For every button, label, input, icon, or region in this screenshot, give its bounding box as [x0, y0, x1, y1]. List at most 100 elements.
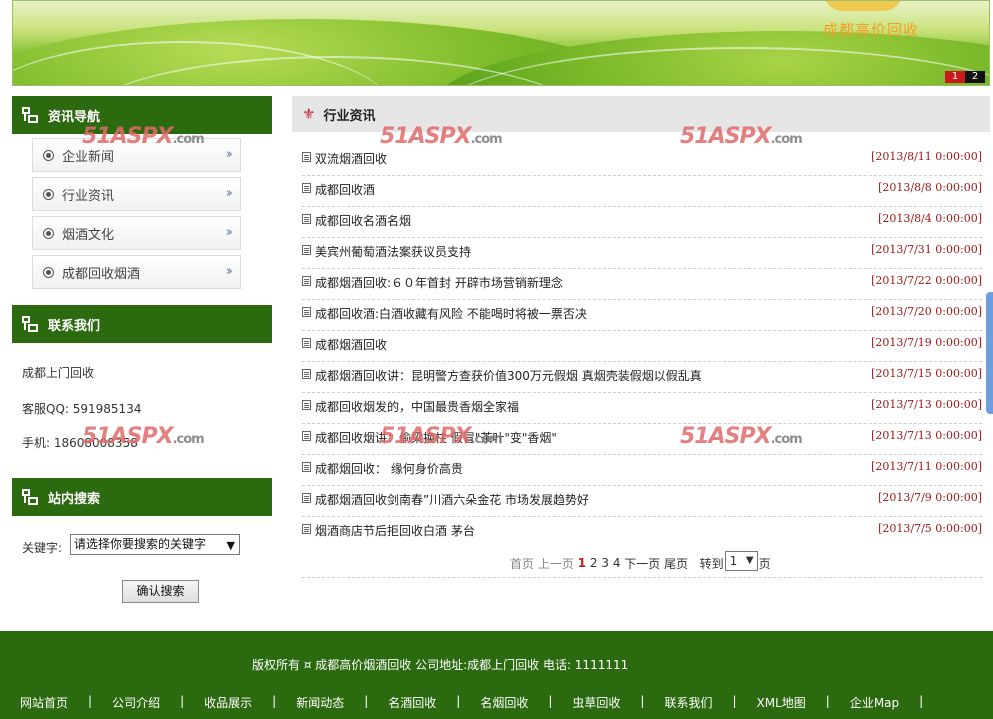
watermark-suffix: .com [470, 132, 503, 147]
sidebar-item-industry-news[interactable]: 行业资讯 ›› [32, 177, 241, 211]
pager-page-2[interactable]: 2 [590, 556, 598, 570]
search-section-header: 站内搜索 [12, 478, 272, 516]
news-list-item[interactable]: 成都回收酒:白酒收藏有风险 不能喝时将被一票否决 [2013/7/20 0:00… [302, 300, 982, 331]
news-title[interactable]: 双流烟酒回收 [315, 150, 387, 167]
document-icon [302, 152, 311, 162]
news-list-item[interactable]: 双流烟酒回收 [2013/8/11 0:00:00] [302, 145, 982, 176]
footer-separator: | [825, 694, 830, 708]
nav-section-title: 资讯导航 [48, 109, 101, 125]
double-chevron-right-icon: ›› [225, 147, 234, 162]
footer-link-cordyceps[interactable]: 虫草回收 [572, 694, 620, 711]
pager-prev[interactable]: 上一页 [538, 555, 574, 572]
search-submit-button[interactable]: 确认搜索 [122, 580, 199, 603]
pagination: 首页 上一页 1 2 3 4 下一页 尾页 转到 1 ▼ 页 [302, 548, 982, 578]
footer-link-contact[interactable]: 联系我们 [664, 694, 712, 711]
news-title[interactable]: 成都烟酒回收 [315, 336, 387, 353]
watermark-suffix: .com [470, 432, 503, 447]
contact-section-title: 联系我们 [48, 318, 101, 334]
footer-copyright: 版权所有 ¤ 成都高价烟酒回收 公司地址:成都上门回收 电话: 1111111 [252, 658, 629, 672]
news-date: [2013/7/15 0:00:00] [871, 367, 982, 380]
sidebar-item-recycling[interactable]: 成都回收烟酒 ›› [32, 255, 241, 289]
page-title: 行业资讯 [323, 108, 376, 124]
footer-link-about[interactable]: 公司介绍 [112, 694, 160, 711]
sitemap-icon [22, 316, 38, 332]
footer-link-enterprise-map[interactable]: 企业Map [850, 694, 899, 711]
bullet-icon [43, 266, 54, 278]
footer-links: 网站首页 | 公司介绍 | 收品展示 | 新闻动态 | 名酒回收 | 名烟回收 | 虫草回收… [20, 694, 943, 711]
watermark-brand: 51ASPX [680, 124, 772, 149]
keyword-select[interactable]: 请选择你要搜索的关键字 ▼ [70, 534, 240, 555]
watermark: 51ASPX.com [380, 424, 503, 449]
document-icon [302, 462, 311, 472]
pager-goto-label: 转到 [699, 556, 724, 571]
header-banner: 成都高价回收 1 2 [12, 0, 990, 86]
footer-separator: | [456, 694, 461, 708]
news-title[interactable]: 成都回收烟发的，中国最贵香烟全家福 [315, 398, 519, 415]
footer-link-products[interactable]: 收品展示 [204, 694, 252, 711]
pager-page-3[interactable]: 3 [601, 556, 609, 570]
pager-last[interactable]: 尾页 [664, 555, 688, 572]
news-date: [2013/7/11 0:00:00] [871, 460, 982, 473]
news-list-item[interactable]: 成都烟回收： 缘何身价高贵 [2013/7/11 0:00:00] [302, 455, 982, 486]
footer-separator: | [732, 694, 737, 708]
watermark: 51ASPX.com [680, 424, 803, 449]
watermark: 51ASPX.com [82, 424, 205, 449]
banner-page-1[interactable]: 1 [945, 71, 965, 83]
watermark: 51ASPX.com [680, 124, 803, 149]
news-list-item[interactable]: 成都烟酒回收:６０年首封 开辟市场营销新理念 [2013/7/22 0:00:0… [302, 269, 982, 300]
search-section-title: 站内搜索 [48, 491, 101, 507]
page-jump-select[interactable]: 1 ▼ [724, 551, 758, 571]
news-list-item[interactable]: 成都回收酒 [2013/8/8 0:00:00] [302, 176, 982, 207]
sidebar-item-culture[interactable]: 烟酒文化 ›› [32, 216, 241, 250]
footer-link-liquor[interactable]: 名酒回收 [388, 694, 436, 711]
news-date: [2013/8/4 0:00:00] [878, 212, 982, 225]
news-title[interactable]: 美宾州葡萄酒法案获议员支持 [315, 243, 471, 260]
sitemap-icon [22, 489, 38, 505]
news-title[interactable]: 成都回收酒 [315, 181, 375, 198]
news-date: [2013/7/31 0:00:00] [871, 243, 982, 256]
news-list-item[interactable]: 成都烟酒回收讲：昆明警方查获价值300万元假烟 真烟壳装假烟以假乱真 [2013… [302, 362, 982, 393]
contact-qq: 客服QQ: 591985134 [22, 402, 142, 416]
sitemap-icon [22, 107, 38, 123]
footer-link-tobacco[interactable]: 名烟回收 [480, 694, 528, 711]
bullet-icon [43, 227, 54, 239]
footer-separator: | [88, 694, 93, 708]
watermark-suffix: .com [172, 132, 205, 147]
sidebar-item-label: 成都回收烟酒 [62, 266, 141, 282]
news-title[interactable]: 成都回收名酒名烟 [315, 212, 411, 229]
news-title[interactable]: 成都烟酒回收剑南春”川酒六朵金花 市场发展趋势好 [315, 491, 589, 508]
floating-side-tab[interactable] [986, 292, 993, 414]
keyword-label: 关键字: [22, 541, 63, 555]
document-icon [302, 183, 311, 193]
news-title[interactable]: 成都回收酒:白酒收藏有风险 不能喝时将被一票否决 [315, 305, 587, 322]
banner-brand: 成都高价回收 [823, 21, 920, 39]
news-title[interactable]: 烟酒商店节后拒回收白酒 茅台 [315, 522, 475, 539]
news-title[interactable]: 成都烟回收： 缘何身价高贵 [315, 460, 463, 477]
news-list-item[interactable]: 成都烟酒回收 [2013/7/19 0:00:00] [302, 331, 982, 362]
watermark-brand: 51ASPX [380, 124, 472, 149]
document-icon [302, 338, 311, 348]
watermark-suffix: .com [172, 432, 205, 447]
footer-link-home[interactable]: 网站首页 [20, 694, 68, 711]
news-list-item[interactable]: 成都回收烟发的，中国最贵香烟全家福 [2013/7/13 0:00:00] [302, 393, 982, 424]
banner-page-2[interactable]: 2 [965, 71, 985, 83]
watermark-suffix: .com [770, 432, 803, 447]
watermark: 51ASPX.com [82, 124, 205, 149]
pager-first[interactable]: 首页 [510, 555, 534, 572]
footer-separator: | [364, 694, 369, 708]
footer-separator: | [548, 694, 553, 708]
news-date: [2013/7/9 0:00:00] [878, 491, 982, 504]
news-title[interactable]: 成都烟酒回收:６０年首封 开辟市场营销新理念 [315, 274, 563, 291]
footer-link-xml-map[interactable]: XML地图 [757, 694, 806, 711]
news-list-item[interactable]: 烟酒商店节后拒回收白酒 茅台 [2013/7/5 0:00:00] [302, 517, 982, 548]
pager-page-4[interactable]: 4 [613, 556, 621, 570]
footer-link-news[interactable]: 新闻动态 [296, 694, 344, 711]
pager-page-1[interactable]: 1 [578, 556, 586, 570]
pager-next[interactable]: 下一页 [624, 555, 660, 572]
news-list-item[interactable]: 成都回收名酒名烟 [2013/8/4 0:00:00] [302, 207, 982, 238]
document-icon [302, 524, 311, 534]
news-date: [2013/7/19 0:00:00] [871, 336, 982, 349]
news-list-item[interactable]: 美宾州葡萄酒法案获议员支持 [2013/7/31 0:00:00] [302, 238, 982, 269]
news-title[interactable]: 成都烟酒回收讲：昆明警方查获价值300万元假烟 真烟壳装假烟以假乱真 [315, 367, 702, 384]
news-list-item[interactable]: 成都烟酒回收剑南春”川酒六朵金花 市场发展趋势好 [2013/7/9 0:00:… [302, 486, 982, 517]
